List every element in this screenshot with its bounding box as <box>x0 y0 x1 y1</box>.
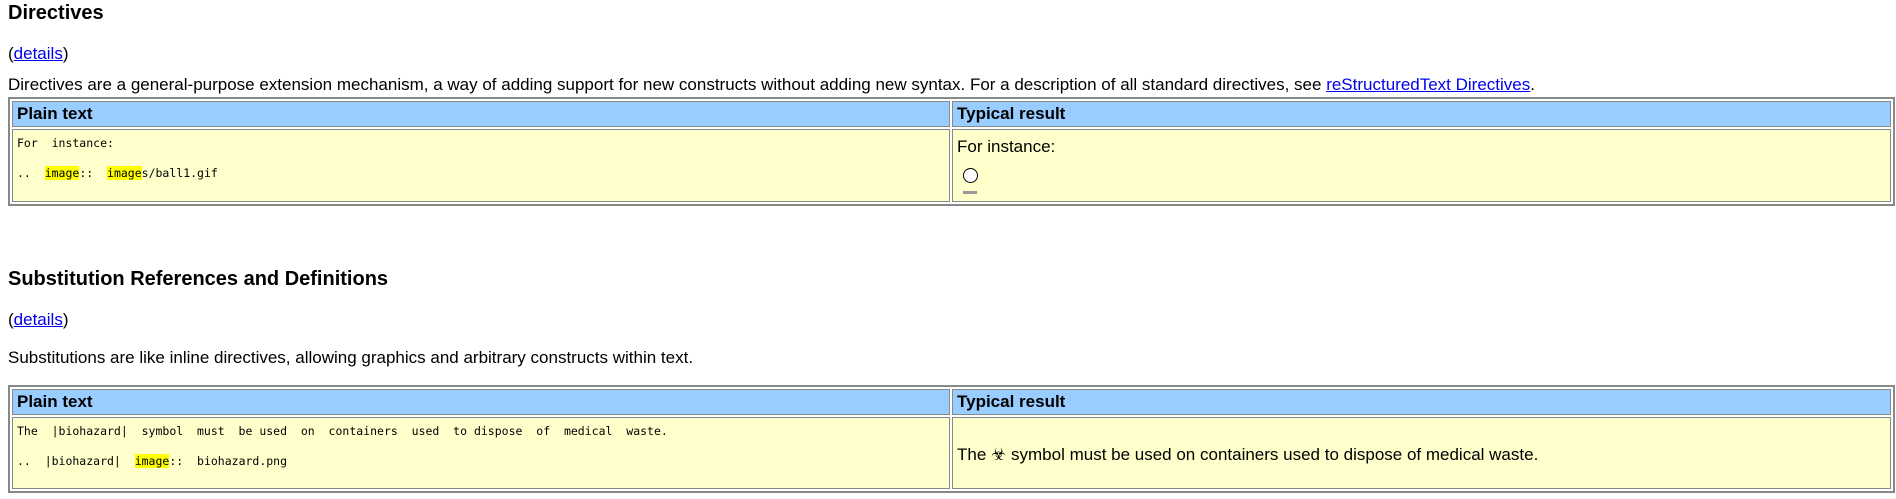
result-text: The ☣ symbol must be used on containers … <box>957 445 1539 464</box>
header-typical-result: Typical result <box>952 101 1891 127</box>
details-line: (details) <box>8 44 69 63</box>
directives-description: Directives are a general-purpose extensi… <box>8 75 1535 94</box>
substitutions-example-table: Plain text Typical result The |biohazard… <box>8 385 1895 493</box>
ball-shadow <box>963 191 977 194</box>
search-highlight: image <box>44 166 80 180</box>
header-plain-text: Plain text <box>12 101 950 127</box>
directives-example-table: Plain text Typical result For instance: … <box>8 97 1895 206</box>
search-highlight: image <box>107 166 142 180</box>
plain-text-cell: The |biohazard| symbol must be used on c… <box>12 417 950 489</box>
header-typical-result: Typical result <box>952 389 1891 415</box>
code-block: The |biohazard| symbol must be used on c… <box>17 424 668 468</box>
header-plain-text: Plain text <box>12 389 950 415</box>
biohazard-icon: ☣ <box>991 445 1007 464</box>
details-link[interactable]: details <box>14 44 63 63</box>
typical-result-cell: The ☣ symbol must be used on containers … <box>952 417 1891 489</box>
search-highlight: image <box>134 454 170 468</box>
plain-text-cell: For instance: .. image:: images/ball1.gi… <box>12 129 950 202</box>
result-text: For instance: <box>957 137 1056 156</box>
details-link[interactable]: details <box>14 310 63 329</box>
section-title-directives: Directives <box>8 2 104 24</box>
typical-result-cell: For instance: <box>952 129 1891 202</box>
ball-image <box>963 168 978 183</box>
details-line: (details) <box>8 310 69 329</box>
code-block: For instance: .. image:: images/ball1.gi… <box>17 136 218 180</box>
section-title-substitutions: Substitution References and Definitions <box>8 268 389 290</box>
substitutions-description: Substitutions are like inline directives… <box>8 348 694 367</box>
restructuredtext-directives-link[interactable]: reStructuredText Directives <box>1326 75 1530 94</box>
